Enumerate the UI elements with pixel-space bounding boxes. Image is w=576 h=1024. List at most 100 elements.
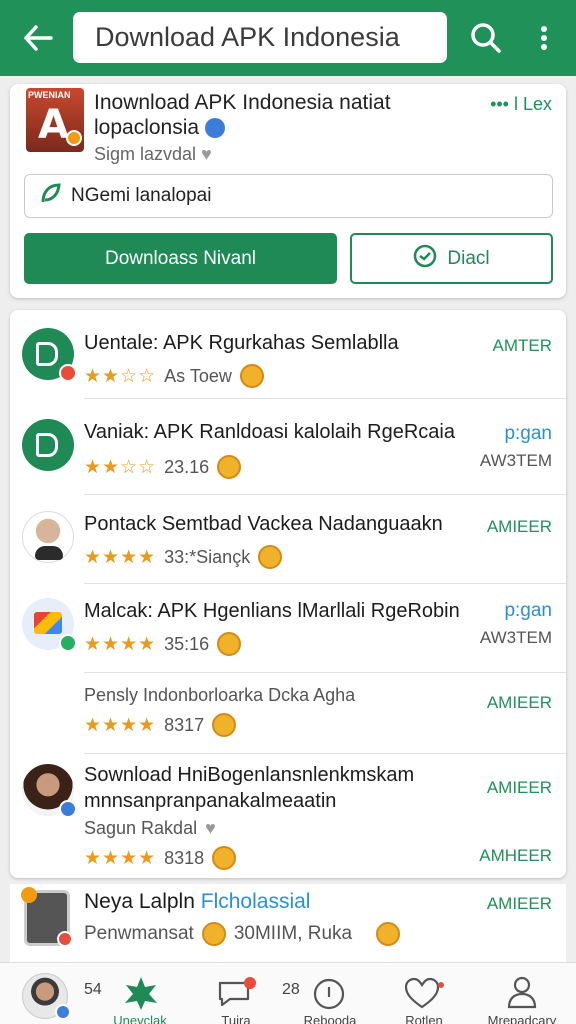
list-item-subtitle: Sagun Rakdal (84, 818, 198, 838)
list-item-tag: AMIEER (486, 778, 552, 797)
list-item-meta: 35:16 (164, 633, 210, 654)
rating-stars: ★★☆☆ (84, 456, 157, 478)
list-item[interactable]: Pontack Semtbad Vackea Nadanguaakn ★★★★ … (10, 495, 566, 583)
list-item-tag: p:gan (504, 600, 552, 621)
coin-icon (217, 632, 242, 656)
top-extra-label[interactable]: ••• l Lex (490, 94, 552, 115)
app-logo: PWENIAN A (26, 88, 84, 152)
app-title-line2: lopaclonsia (94, 116, 200, 139)
download-button[interactable]: Downloass Nivanl (24, 233, 337, 284)
list-item-title: Pontack Semtbad Vackea Nadanguaakn (84, 513, 443, 535)
list-item-meta: As Toew (164, 365, 232, 386)
app-list: Uentale: APK Rgurkahas Semlablla ★★☆☆ As… (10, 310, 566, 878)
dial-label: Diacl (447, 247, 490, 269)
list-item-status[interactable]: AMIEER (487, 693, 552, 713)
list-item-status[interactable]: AMHEER (479, 846, 552, 866)
rating-stars: ★★★★ (84, 714, 157, 736)
person-icon (507, 976, 537, 1009)
list-item[interactable]: Pensly Indonborloarka Dcka Agha ★★★★ 831… (10, 673, 566, 753)
nav-label: Tuira (221, 1013, 251, 1024)
list-item-meta: Penwmansat 30MIIM, Ruka (84, 922, 401, 946)
chat-bubble-icon (218, 977, 256, 1007)
list-item-title: Uentale: APK Rgurkahas Semlablla (84, 332, 399, 354)
logo-text: PWENIAN (28, 90, 71, 100)
rating-stars: ★★★★ (84, 633, 157, 655)
app-name-field[interactable]: NGemi lanalopai (24, 174, 553, 218)
back-arrow-icon[interactable] (18, 18, 58, 58)
nav-item-tuira[interactable]: Tuira (196, 967, 276, 1024)
rating-stars: ★★★★ (84, 847, 157, 869)
gmail-icon (22, 598, 77, 652)
list-item-title: Vaniak: APK Ranldoasi kalolaih RgeRcaia (84, 421, 455, 443)
app-green-icon (22, 328, 77, 382)
heart-icon (404, 977, 444, 1009)
peek-meta-b: 30MIIM, Ruka (233, 923, 353, 944)
app-subtitle-text: Sigm lazvdal (94, 144, 197, 164)
list-item[interactable]: Sownload HniBogenlansnlenkmskam mnnsanpr… (10, 754, 566, 878)
list-item-meta: 23.16 (164, 456, 210, 477)
logo-letter-icon: A (38, 102, 69, 148)
list-item[interactable]: Neya Lalpln Flcholassial Penwmansat 30MI… (10, 884, 566, 962)
peek-title-b: Flcholassial (200, 890, 311, 913)
nav-item-rotlen[interactable]: Rotlen (386, 967, 462, 1024)
app-subtitle: Sigm lazvdal ♥ (94, 144, 212, 165)
list-item-title: Malcak: APK Hgenlians lMarllali RgeRobin (84, 600, 460, 622)
list-item-title: Pensly Indonborloarka Dcka Agha (84, 685, 356, 705)
nav-item-unevclak[interactable]: Unevclak (100, 967, 180, 1024)
list-item-title: Sownload HniBogenlansnlenkmskam (84, 764, 415, 786)
list-item-meta: 33:*Siançk (164, 546, 251, 567)
info-circle-icon (313, 978, 345, 1010)
peek-title-a: Neya Lalpln (84, 890, 195, 913)
peek-meta-a: Penwmansat (84, 923, 194, 944)
info-icon (205, 118, 226, 139)
list-item-status[interactable]: AMTER (493, 336, 553, 356)
list-item-tag: p:gan (504, 423, 552, 444)
nav-item-rebooda[interactable]: Rebooda (292, 967, 368, 1024)
chat-icon (413, 244, 437, 274)
app-title: Inownload APK Indonesia natiat lopaclons… (94, 90, 464, 140)
rating-stars: ★★☆☆ (84, 365, 157, 387)
woman-avatar-icon (22, 764, 77, 818)
rating-stars: ★★★★ (84, 546, 157, 568)
heart-icon[interactable]: ♥ (201, 144, 212, 164)
app-detail-card: PWENIAN A Inownload APK Indonesia natiat… (10, 84, 566, 298)
more-vert-icon[interactable] (528, 18, 560, 58)
dial-button[interactable]: Diacl (350, 233, 553, 284)
list-item-status[interactable]: AMIEER (487, 517, 552, 537)
coin-icon (217, 455, 242, 479)
nav-item-mrepadcary[interactable]: Mrepadcary (478, 967, 566, 1024)
coin-icon (212, 846, 237, 870)
list-item-meta: 8318 (164, 847, 205, 868)
coin-icon (258, 545, 283, 569)
list-item[interactable]: Uentale: APK Rgurkahas Semlablla ★★☆☆ As… (10, 310, 566, 398)
app-title-line1: Inownload APK Indonesia natiat (94, 91, 391, 114)
list-item-status[interactable]: AW3TEM (480, 628, 552, 648)
list-item[interactable]: Vaniak: APK Ranldoasi kalolaih RgeRcaia … (10, 399, 566, 494)
app-name-field-value: NGemi lanalopai (71, 185, 212, 206)
coin-icon (201, 922, 226, 946)
nav-label: Rebooda (303, 1013, 357, 1024)
bottom-navigation: 54 Unevclak Tuira 28 Rebooda Rotlen Mrep… (0, 962, 576, 1024)
nav-label: Rotlen (405, 1013, 443, 1024)
list-item-meta: 8317 (164, 714, 205, 735)
leaf-icon (125, 977, 157, 1010)
nav-label: Unevclak (113, 1013, 167, 1024)
phone-icon (21, 887, 73, 947)
person-avatar-icon (22, 511, 74, 563)
logo-badge-icon (66, 130, 82, 146)
coin-icon (212, 713, 237, 737)
app-green-icon (22, 419, 74, 471)
coin-icon (376, 922, 401, 946)
nav-label: Mrepadcary (487, 1013, 557, 1024)
list-item-status[interactable]: AW3TEM (480, 451, 552, 471)
list-item-status[interactable]: AMIEER (487, 894, 552, 914)
search-input[interactable]: Download APK Indonesia (73, 12, 447, 63)
heart-icon[interactable]: ♥ (205, 818, 216, 839)
leaf-icon (39, 182, 61, 210)
search-icon[interactable] (464, 16, 508, 60)
top-app-bar: Download APK Indonesia (0, 0, 576, 76)
coin-icon (239, 364, 264, 388)
list-item[interactable]: Malcak: APK Hgenlians lMarllali RgeRobin… (10, 584, 566, 672)
list-item-title-line2: mnnsanpranpanakalmeaatin (84, 790, 337, 812)
profile-avatar[interactable] (22, 973, 71, 1020)
